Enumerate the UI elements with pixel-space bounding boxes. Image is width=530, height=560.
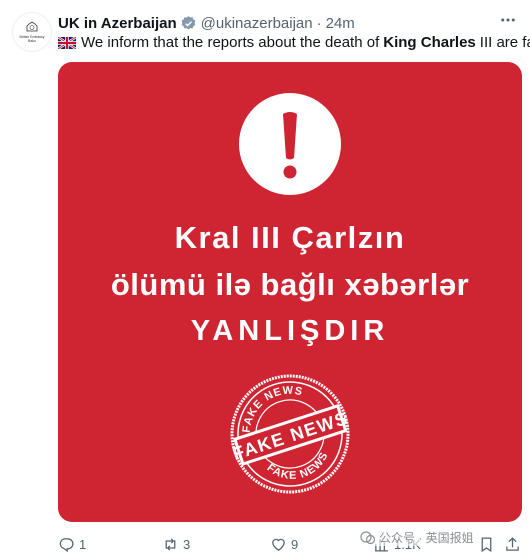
tweet-text: We inform that the reports about the dea… (58, 33, 530, 53)
tweet-text-after: III are fake! (479, 34, 530, 51)
like-count: 9 (291, 537, 299, 552)
avatar[interactable]: British Embassy Baku (12, 12, 52, 52)
tweet-text-bold: King Charles (383, 34, 476, 51)
watermark-text: 公众号 · 英国报姐 (379, 531, 474, 545)
exclamation-alert-icon (239, 93, 341, 195)
author-name[interactable]: UK in Azerbaijan (58, 15, 177, 32)
reply-icon (59, 538, 74, 553)
image-line-1: Kral III Çarlzın (174, 220, 406, 255)
tweet-image[interactable]: Kral III Çarlzın ölümü ilə bağlı xəbərlə… (58, 62, 522, 522)
royal-crest-icon (26, 21, 38, 32)
bookmark-button[interactable] (478, 536, 499, 553)
more-options-icon[interactable] (496, 8, 520, 32)
retweet-icon (165, 538, 176, 551)
verified-badge-icon[interactable] (180, 15, 197, 32)
reply-count: 1 (79, 537, 87, 552)
retweet-button[interactable]: 3 (162, 536, 190, 553)
heart-icon (272, 538, 285, 551)
image-line-3: YANLIŞDIR (190, 315, 390, 347)
wechat-icon (360, 530, 376, 544)
image-line-2: ölümü ilə bağlı xəbərlər (110, 267, 470, 302)
tweet-text-before: We inform that the reports about the dea… (81, 34, 380, 51)
fake-news-stamp-icon: FAKE NEWS FAKE NEWS FAKE NEWS (230, 374, 351, 494)
author-handle[interactable]: @ukinazerbaijan (201, 15, 313, 32)
reply-button[interactable]: 1 (58, 536, 86, 553)
share-icon (506, 537, 519, 551)
bookmark-icon (481, 537, 492, 553)
uk-flag-icon (58, 37, 76, 49)
watermark: 公众号 · 英国报姐 (360, 529, 474, 546)
tweet-header: UK in Azerbaijan @ukinazerbaijan · 24m (58, 12, 490, 34)
separator-dot: · (316, 14, 322, 32)
timestamp[interactable]: 24m (326, 15, 355, 32)
like-button[interactable]: 9 (270, 536, 298, 553)
retweet-count: 3 (183, 537, 191, 552)
avatar-label: British Embassy Baku (19, 35, 45, 43)
share-button[interactable] (504, 536, 525, 553)
